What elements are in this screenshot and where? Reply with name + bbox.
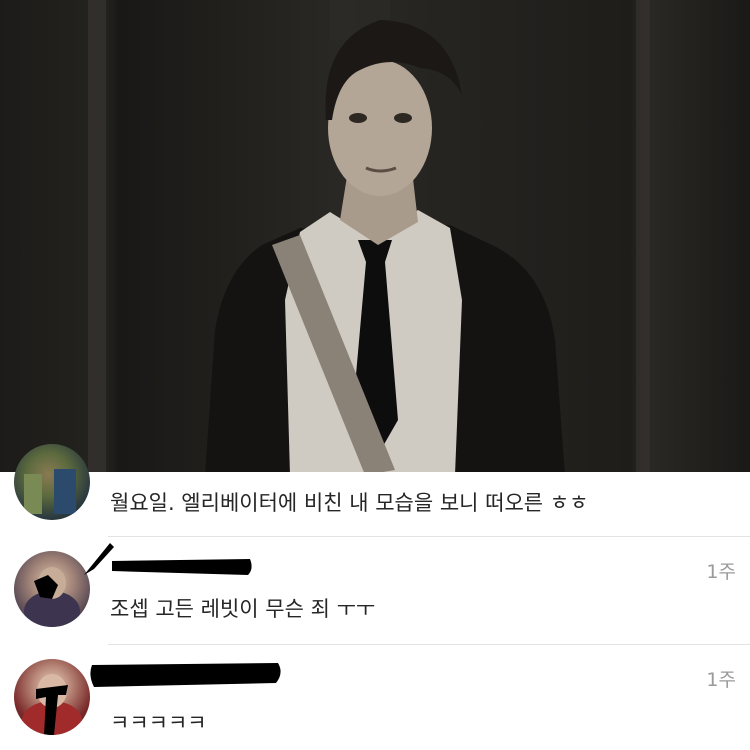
timestamp: 1주 (706, 561, 736, 583)
avatar-photo-icon (22, 674, 82, 735)
comment-item: 1주 ㅋㅋㅋㅋㅋ (0, 645, 750, 750)
comment-text: 조셉 고든 레빗이 무슨 죄 ㅜㅜ (110, 597, 376, 621)
username-redaction (84, 543, 252, 575)
timestamp: 1주 (706, 669, 736, 691)
avatar-photo-icon (24, 469, 76, 514)
comment-item: 월요일. 엘리베이터에 비친 내 모습을 보니 떠오른 ㅎㅎ (0, 444, 750, 536)
comment-text: ㅋㅋㅋㅋㅋ (110, 711, 207, 735)
username-redaction (90, 663, 281, 687)
comment-item: 1주 조셉 고든 레빗이 무슨 죄 ㅜㅜ (0, 537, 750, 644)
post-photo[interactable] (0, 0, 750, 475)
avatar[interactable] (14, 444, 90, 520)
instagram-comments-screen: 월요일. 엘리베이터에 비친 내 모습을 보니 떠오른 ㅎㅎ 1주 조셉 고든 … (0, 0, 750, 750)
avatar[interactable] (14, 659, 90, 735)
comment-text: 월요일. 엘리베이터에 비친 내 모습을 보니 떠오른 ㅎㅎ (110, 491, 589, 515)
photo-image (88, 0, 650, 475)
